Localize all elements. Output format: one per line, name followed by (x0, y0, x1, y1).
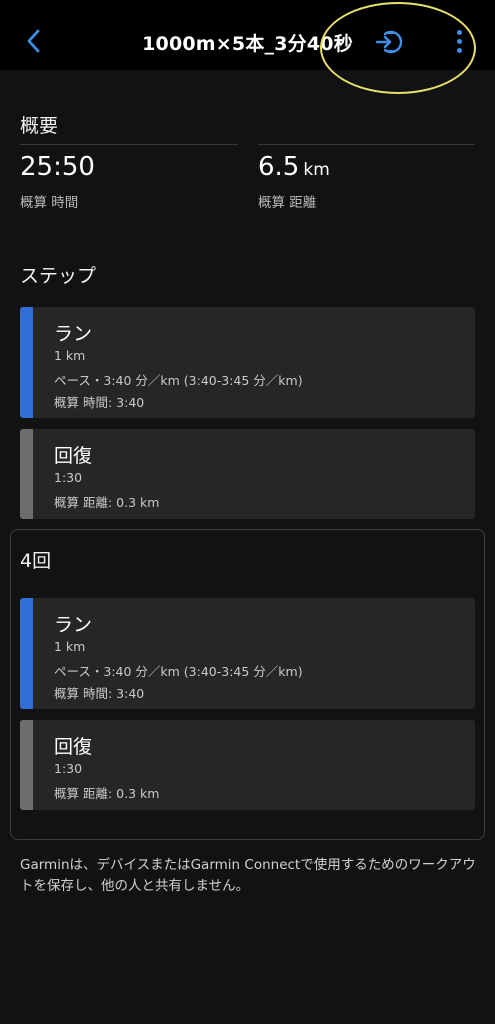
step-title: 回復 (54, 736, 93, 758)
step-duration: 1:30 (54, 761, 83, 776)
step-card-recovery[interactable]: 回復 1:30 概算 距離: 0.3 km (20, 429, 475, 519)
step-estimated-time: 概算 時間: 3:40 (54, 395, 145, 410)
step-distance: 1 km (54, 348, 86, 363)
steps-title: ステップ (20, 265, 97, 287)
step-pace: ペース・3:40 分／km (3:40-3:45 分／km) (54, 373, 303, 388)
estimated-time-label: 概算 時間 (20, 195, 79, 211)
divider (20, 144, 238, 145)
estimated-distance-label: 概算 距離 (258, 195, 317, 211)
run-color-bar (20, 307, 33, 418)
step-pace: ペース・3:40 分／km (3:40-3:45 分／km) (54, 664, 303, 679)
estimated-time-value: 25:50 (20, 152, 95, 182)
distance-unit: km (303, 160, 330, 180)
page-title: 1000m×5本_3分40秒 (0, 0, 495, 84)
privacy-note: Garminは、デバイスまたはGarmin Connectで使用するためのワーク… (20, 857, 476, 894)
send-to-device-button[interactable] (372, 27, 404, 57)
time-value: 25:50 (20, 152, 95, 182)
repeat-step-card-recovery[interactable]: 回復 1:30 概算 距離: 0.3 km (20, 720, 475, 810)
distance-value: 6.5 (258, 152, 300, 182)
overview-title: 概要 (20, 115, 59, 137)
step-estimated-distance: 概算 距離: 0.3 km (54, 495, 160, 510)
estimated-distance-value: 6.5 km (258, 152, 330, 182)
more-options-button[interactable] (448, 26, 470, 56)
recovery-color-bar (20, 720, 33, 810)
step-title: ラン (54, 323, 93, 345)
more-dot (456, 47, 462, 53)
more-vertical-icon (456, 29, 462, 35)
run-color-bar (20, 598, 33, 709)
step-title: 回復 (54, 445, 93, 467)
divider (258, 144, 475, 145)
recovery-color-bar (20, 429, 33, 519)
page-title-text: 1000m×5本_3分40秒 (142, 32, 353, 55)
step-estimated-distance: 概算 距離: 0.3 km (54, 786, 160, 801)
step-estimated-time: 概算 時間: 3:40 (54, 686, 145, 701)
step-distance: 1 km (54, 639, 86, 654)
top-app-bar: 1000m×5本_3分40秒 (0, 0, 495, 70)
repeat-count: 4回 (20, 550, 52, 572)
more-dot (456, 38, 462, 44)
step-duration: 1:30 (54, 470, 83, 485)
step-title: ラン (54, 614, 93, 636)
send-to-device-icon (375, 30, 402, 54)
step-card-run[interactable]: ラン 1 km ペース・3:40 分／km (3:40-3:45 分／km) 概… (20, 307, 475, 418)
repeat-step-card-run[interactable]: ラン 1 km ペース・3:40 分／km (3:40-3:45 分／km) 概… (20, 598, 475, 709)
